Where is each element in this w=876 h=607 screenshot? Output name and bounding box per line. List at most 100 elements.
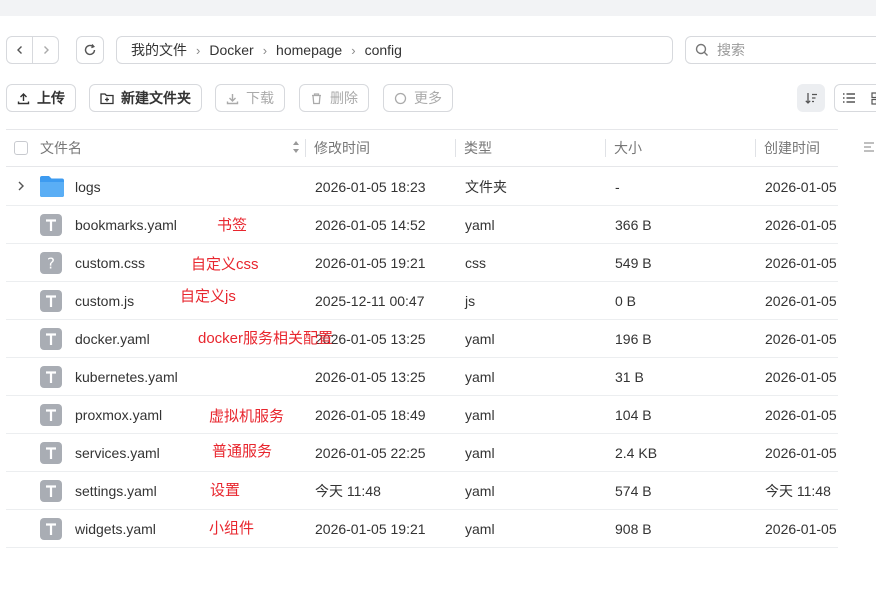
file-name[interactable]: settings.yaml bbox=[75, 472, 157, 509]
forward-button[interactable] bbox=[32, 37, 58, 63]
file-type: js bbox=[465, 292, 476, 309]
table-row[interactable]: services.yaml 2026-01-05 22:25 yaml 2.4 KB 2… bbox=[6, 434, 838, 472]
file-type: yaml bbox=[465, 406, 495, 423]
delete-button[interactable]: 删除 bbox=[299, 84, 369, 112]
upload-icon bbox=[17, 92, 30, 104]
modified-time: 2026-01-05 19:21 bbox=[315, 520, 426, 537]
column-header-name[interactable]: 文件名 bbox=[40, 130, 82, 166]
file-size: 908 B bbox=[615, 520, 652, 537]
search-input[interactable] bbox=[715, 41, 869, 59]
annotation-label: docker服务相关配置 bbox=[198, 330, 334, 347]
modified-time: 2026-01-05 19:21 bbox=[315, 254, 426, 271]
breadcrumb-separator-icon: › bbox=[351, 42, 356, 58]
more-circle-icon bbox=[394, 92, 407, 104]
column-resize-handle[interactable] bbox=[455, 139, 456, 157]
expand-chevron-icon[interactable] bbox=[16, 180, 26, 192]
new-folder-icon bbox=[100, 92, 114, 104]
breadcrumb-item-current[interactable]: config bbox=[365, 42, 402, 58]
column-settings-icon[interactable] bbox=[862, 140, 876, 154]
column-resize-handle[interactable] bbox=[305, 139, 306, 157]
file-type: 文件夹 bbox=[465, 178, 507, 195]
table-row[interactable]: logs 2026-01-05 18:23 文件夹 - 2026-01-05 bbox=[6, 168, 838, 206]
more-button[interactable]: 更多 bbox=[383, 84, 453, 112]
table-row[interactable]: custom.js 2025-12-11 00:47 js 0 B 2026-01-05… bbox=[6, 282, 838, 320]
text-file-icon bbox=[39, 289, 63, 316]
breadcrumb-item[interactable]: homepage bbox=[276, 42, 342, 58]
file-name[interactable]: services.yaml bbox=[75, 434, 160, 471]
file-name[interactable]: docker.yaml bbox=[75, 320, 150, 357]
table-row[interactable]: kubernetes.yaml 2026-01-05 13:25 yaml 31 B 2… bbox=[6, 358, 838, 396]
table-row[interactable]: ? custom.css 2026-01-05 19:21 css 549 B 2026… bbox=[6, 244, 838, 282]
created-time: 2026-01-05 bbox=[765, 406, 837, 423]
history-nav bbox=[6, 36, 59, 64]
breadcrumb-item[interactable]: 我的文件 bbox=[131, 40, 187, 60]
unknown-file-icon: ? bbox=[39, 251, 63, 278]
view-toggle bbox=[834, 84, 876, 112]
created-time: 2026-01-05 bbox=[765, 520, 837, 537]
select-all-checkbox[interactable] bbox=[14, 130, 28, 166]
file-size: 549 B bbox=[615, 254, 652, 271]
created-time: 2026-01-05 bbox=[765, 444, 837, 461]
file-name[interactable]: logs bbox=[75, 168, 101, 205]
column-header-modified[interactable]: 修改时间 bbox=[314, 130, 370, 166]
file-name[interactable]: proxmox.yaml bbox=[75, 396, 162, 433]
modified-time: 今天 11:48 bbox=[315, 482, 381, 499]
download-button[interactable]: 下载 bbox=[215, 84, 285, 112]
annotation-label: 普通服务 bbox=[212, 443, 273, 460]
breadcrumb-item[interactable]: Docker bbox=[209, 42, 253, 58]
search-box bbox=[685, 36, 876, 64]
file-size: - bbox=[615, 178, 620, 195]
column-header-created[interactable]: 创建时间 bbox=[764, 130, 820, 166]
file-name[interactable]: custom.css bbox=[75, 244, 145, 281]
file-size: 2.4 KB bbox=[615, 444, 658, 461]
column-resize-handle[interactable] bbox=[755, 139, 756, 157]
file-size: 31 B bbox=[615, 368, 644, 385]
table-row[interactable]: widgets.yaml 2026-01-05 19:21 yaml 908 B 202… bbox=[6, 510, 838, 548]
trash-icon bbox=[312, 92, 321, 104]
file-name[interactable]: kubernetes.yaml bbox=[75, 358, 178, 395]
created-time: 2026-01-05 bbox=[765, 368, 837, 385]
file-type: yaml bbox=[465, 444, 495, 461]
text-file-icon bbox=[39, 517, 63, 544]
created-time: 2026-01-05 bbox=[765, 216, 837, 233]
window-top-strip bbox=[0, 0, 876, 16]
table-row[interactable]: proxmox.yaml 2026-01-05 18:49 yaml 104 B 202… bbox=[6, 396, 838, 434]
search-icon bbox=[695, 43, 708, 56]
file-size: 104 B bbox=[615, 406, 652, 423]
table-row[interactable]: settings.yaml 今天 11:48 yaml 574 B 今天 11:48 设置 bbox=[6, 472, 838, 510]
created-time: 今天 11:48 bbox=[765, 482, 831, 499]
sort-button[interactable] bbox=[797, 84, 825, 112]
column-header-type[interactable]: 类型 bbox=[464, 130, 492, 166]
text-file-icon bbox=[39, 479, 63, 506]
grid-view-icon bbox=[870, 91, 876, 105]
annotation-label: 小组件 bbox=[209, 520, 255, 537]
refresh-button[interactable] bbox=[76, 36, 104, 64]
more-label: 更多 bbox=[414, 90, 442, 106]
table-row[interactable]: docker.yaml 2026-01-05 13:25 yaml 196 B 2026… bbox=[6, 320, 838, 358]
new-folder-label: 新建文件夹 bbox=[121, 90, 191, 106]
file-name[interactable]: bookmarks.yaml bbox=[75, 206, 177, 243]
back-button[interactable] bbox=[7, 37, 32, 63]
refresh-icon bbox=[84, 44, 96, 56]
new-folder-button[interactable]: 新建文件夹 bbox=[89, 84, 202, 112]
text-file-icon bbox=[39, 327, 63, 354]
column-resize-handle[interactable] bbox=[605, 139, 606, 157]
annotation-label: 设置 bbox=[210, 482, 241, 499]
file-name[interactable]: custom.js bbox=[75, 282, 134, 319]
annotation-label: 自定义js bbox=[180, 288, 236, 305]
column-header-size[interactable]: 大小 bbox=[614, 130, 642, 166]
download-label: 下载 bbox=[246, 90, 274, 106]
file-name[interactable]: widgets.yaml bbox=[75, 510, 156, 547]
created-time: 2026-01-05 bbox=[765, 330, 837, 347]
file-size: 0 B bbox=[615, 292, 637, 309]
sort-indicator-icon[interactable] bbox=[292, 140, 300, 154]
file-type: yaml bbox=[465, 482, 495, 499]
list-view-icon bbox=[843, 93, 855, 103]
grid-view-button[interactable] bbox=[863, 91, 876, 105]
table-row[interactable]: bookmarks.yaml 2026-01-05 14:52 yaml 366 B 2… bbox=[6, 206, 838, 244]
breadcrumb-separator-icon: › bbox=[196, 42, 201, 58]
upload-button[interactable]: 上传 bbox=[6, 84, 76, 112]
file-table-header: 文件名 修改时间 类型 大小 创建时间 bbox=[6, 129, 838, 167]
modified-time: 2026-01-05 18:23 bbox=[315, 178, 426, 195]
list-view-button[interactable] bbox=[835, 92, 863, 104]
